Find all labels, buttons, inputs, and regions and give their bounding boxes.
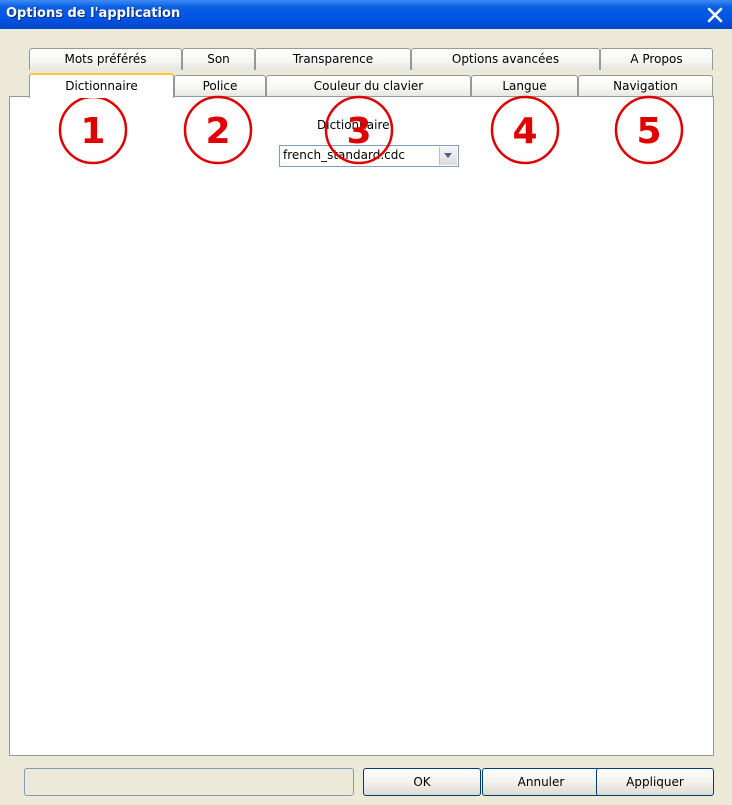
tab-dictionnaire[interactable]: Dictionnaire <box>29 73 174 98</box>
chevron-down-icon <box>444 153 452 158</box>
tab-langue[interactable]: Langue <box>471 75 578 97</box>
annotation-circle-1: 1 <box>58 95 128 165</box>
apply-button[interactable]: Appliquer <box>596 768 714 796</box>
annotation-circle-4: 4 <box>490 95 560 165</box>
button-bar: OK Annuler Appliquer <box>0 760 732 805</box>
title-bar[interactable]: Options de l'application <box>0 0 732 29</box>
tab-mots-preferes[interactable]: Mots préférés <box>29 48 182 70</box>
close-button[interactable] <box>704 5 726 25</box>
annotation-number-3: 3 <box>346 111 371 152</box>
cancel-button[interactable]: Annuler <box>482 768 600 796</box>
tab-navigation[interactable]: Navigation <box>578 75 713 97</box>
tab-a-propos[interactable]: A Propos <box>600 48 713 70</box>
annotation-number-5: 5 <box>636 111 661 152</box>
annotation-circle-2: 2 <box>183 95 253 165</box>
dropdown-arrow-button[interactable] <box>439 147 457 165</box>
tab-police[interactable]: Police <box>174 75 266 97</box>
tab-son[interactable]: Son <box>182 48 255 70</box>
annotation-number-2: 2 <box>205 111 230 152</box>
tab-content-panel <box>9 96 714 756</box>
tab-couleur-du-clavier[interactable]: Couleur du clavier <box>266 75 471 97</box>
status-field <box>24 768 354 796</box>
annotation-circle-3: 3 <box>324 95 394 165</box>
annotation-number-1: 1 <box>80 111 105 152</box>
tab-options-avancees[interactable]: Options avancées <box>411 48 600 70</box>
options-dialog: Options de l'application Mots préférés S… <box>0 0 732 805</box>
window-title: Options de l'application <box>6 6 181 21</box>
ok-button[interactable]: OK <box>363 768 481 796</box>
tab-transparence[interactable]: Transparence <box>255 48 411 70</box>
annotation-circle-5: 5 <box>614 95 684 165</box>
annotation-number-4: 4 <box>512 111 537 152</box>
close-icon <box>707 7 723 23</box>
